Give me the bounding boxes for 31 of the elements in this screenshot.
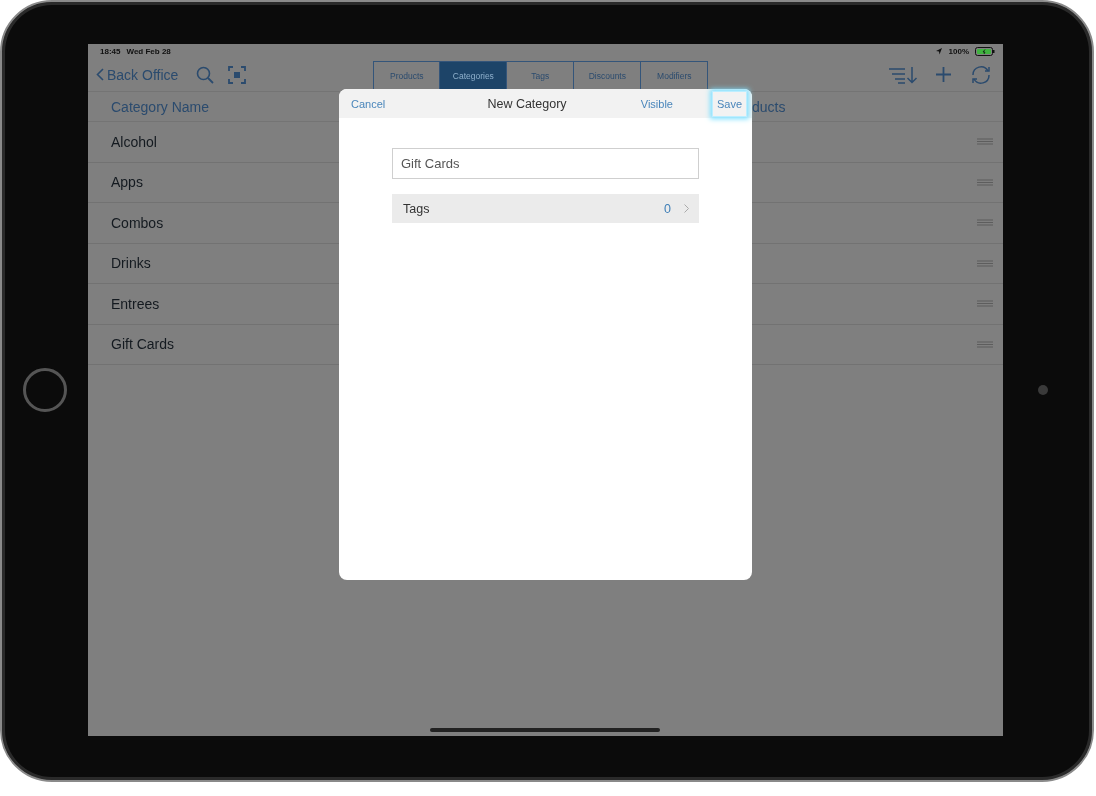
- dialog-title: New Category: [486, 96, 568, 111]
- column-header: Category Name: [111, 98, 210, 115]
- tags-count: 0: [664, 201, 671, 216]
- status-date: Wed Feb 28: [126, 46, 171, 56]
- tags-row[interactable]: Tags 0: [392, 194, 699, 223]
- cancel-button[interactable]: Cancel: [351, 97, 386, 110]
- column-header: ducts: [752, 98, 786, 115]
- name-input-field[interactable]: Gift Cards: [392, 148, 699, 179]
- battery-percent: 100%: [948, 46, 969, 56]
- drag-handle-icon[interactable]: [977, 259, 993, 267]
- drag-handle-icon[interactable]: [977, 300, 993, 308]
- drag-handle-icon[interactable]: [977, 219, 993, 227]
- visible-button[interactable]: Visible: [640, 97, 673, 110]
- sync-icon[interactable]: [969, 64, 993, 85]
- scan-icon[interactable]: [228, 65, 247, 84]
- save-button[interactable]: Save: [712, 90, 747, 117]
- drag-handle-icon[interactable]: [977, 178, 993, 186]
- home-button[interactable]: [23, 368, 67, 412]
- location-icon: [934, 47, 943, 55]
- tab[interactable]: Categories: [440, 61, 508, 90]
- chevron-right-icon: [684, 204, 689, 213]
- drag-handle-icon[interactable]: [977, 340, 993, 348]
- search-icon[interactable]: [196, 65, 215, 84]
- back-chevron-icon: [96, 68, 104, 81]
- plus-icon[interactable]: [936, 67, 951, 82]
- back-button[interactable]: Back Office: [96, 66, 179, 83]
- camera: [1038, 385, 1048, 395]
- battery-icon: [975, 46, 995, 56]
- drag-handle-icon[interactable]: [977, 138, 993, 146]
- sort-icon[interactable]: [888, 65, 918, 84]
- status-time: 18:45: [100, 46, 121, 56]
